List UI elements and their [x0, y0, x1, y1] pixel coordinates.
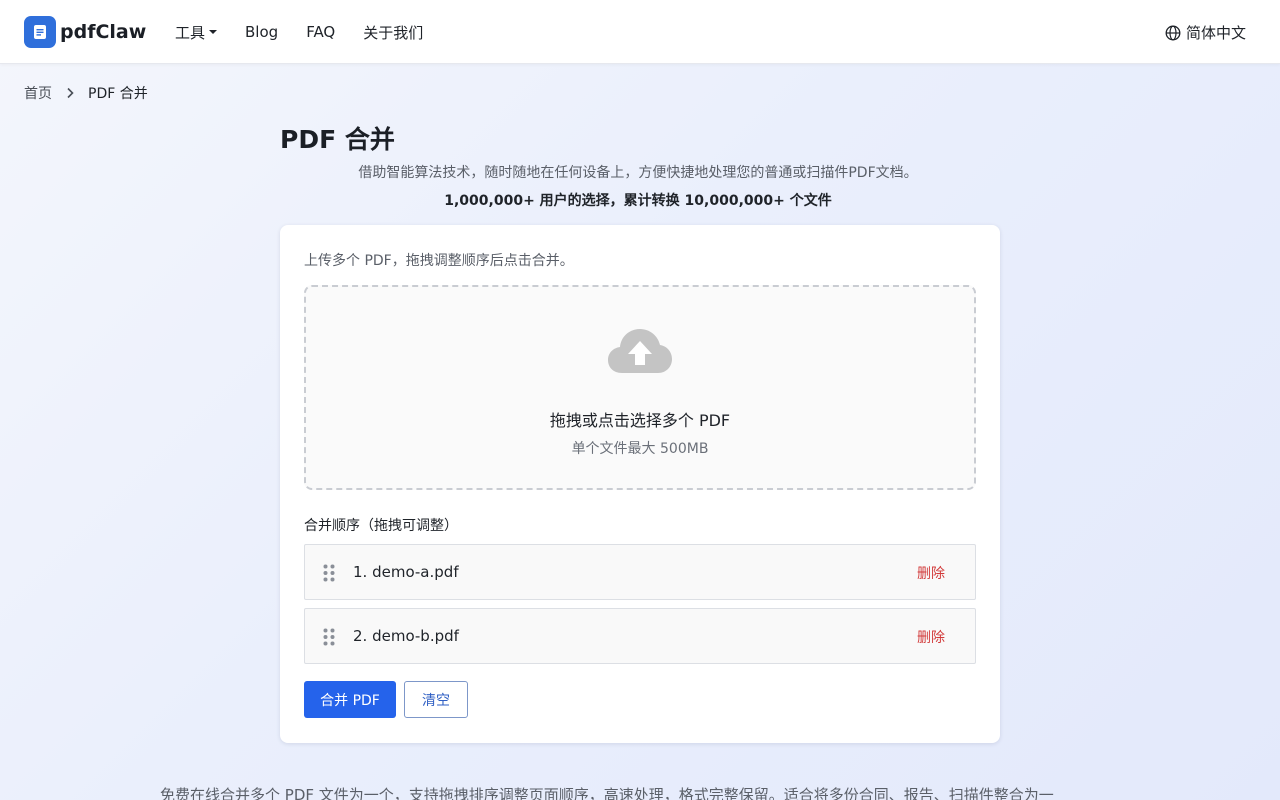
file-name: 2. demo-b.pdf [353, 627, 459, 645]
delete-file-button[interactable]: 删除 [917, 563, 945, 583]
clear-button[interactable]: 清空 [404, 681, 468, 718]
brand-logo[interactable]: pdfClaw [24, 16, 146, 48]
main-nav: 工具 Blog FAQ 关于我们 [175, 0, 451, 64]
nav-tools-label: 工具 [175, 23, 206, 42]
merge-order-label: 合并顺序（拖拽可调整） [304, 518, 458, 534]
file-dropzone[interactable]: 拖拽或点击选择多个 PDF 单个文件最大 500MB [304, 285, 976, 490]
nav-about-link[interactable]: 关于我们 [363, 22, 423, 43]
file-name: 1. demo-a.pdf [353, 563, 459, 581]
chevron-right-icon [66, 87, 74, 99]
page-title: PDF 合并 [280, 125, 395, 154]
language-switcher[interactable]: 简体中文 [1165, 22, 1246, 43]
nav-faq-link[interactable]: FAQ [306, 23, 335, 41]
top-nav-bar: pdfClaw 工具 Blog FAQ 关于我们 简体中文 [0, 0, 1280, 64]
merge-tool-card: 上传多个 PDF，拖拽调整顺序后点击合并。 拖拽或点击选择多个 PDF 单个文件… [280, 225, 1000, 743]
merge-pdf-button[interactable]: 合并 PDF [304, 681, 396, 718]
globe-icon [1165, 25, 1181, 40]
file-list-item[interactable]: 1. demo-a.pdf 删除 [304, 544, 976, 600]
nav-blog-link[interactable]: Blog [245, 23, 278, 41]
dropzone-title: 拖拽或点击选择多个 PDF [549, 411, 731, 430]
usage-stats: 1,000,000+ 用户的选择，累计转换 10,000,000+ 个文件 [444, 193, 832, 209]
nav-tools-dropdown[interactable]: 工具 [175, 22, 218, 43]
page-subtitle: 借助智能算法技术，随时随地在任何设备上，方便快捷地处理您的普通或扫描件PDF文档… [358, 165, 918, 181]
breadcrumb: 首页 PDF 合并 [24, 83, 148, 103]
breadcrumb-current: PDF 合并 [88, 86, 148, 102]
drag-handle-icon[interactable] [323, 628, 335, 646]
breadcrumb-home-link[interactable]: 首页 [24, 83, 52, 103]
dropzone-size-limit: 单个文件最大 500MB [571, 441, 709, 457]
document-icon [24, 16, 56, 48]
chevron-down-icon [209, 30, 218, 34]
drag-handle-icon[interactable] [323, 564, 335, 582]
upload-hint: 上传多个 PDF，拖拽调整顺序后点击合并。 [304, 253, 574, 269]
language-label: 简体中文 [1185, 24, 1246, 42]
brand-name: pdfClaw [60, 21, 147, 43]
file-list-item[interactable]: 2. demo-b.pdf 删除 [304, 608, 976, 664]
delete-file-button[interactable]: 删除 [917, 627, 945, 647]
cloud-upload-icon [608, 329, 672, 373]
tool-description: 免费在线合并多个 PDF 文件为一个，支持拖拽排序调整页面顺序，高速处理，格式完… [160, 786, 1054, 800]
